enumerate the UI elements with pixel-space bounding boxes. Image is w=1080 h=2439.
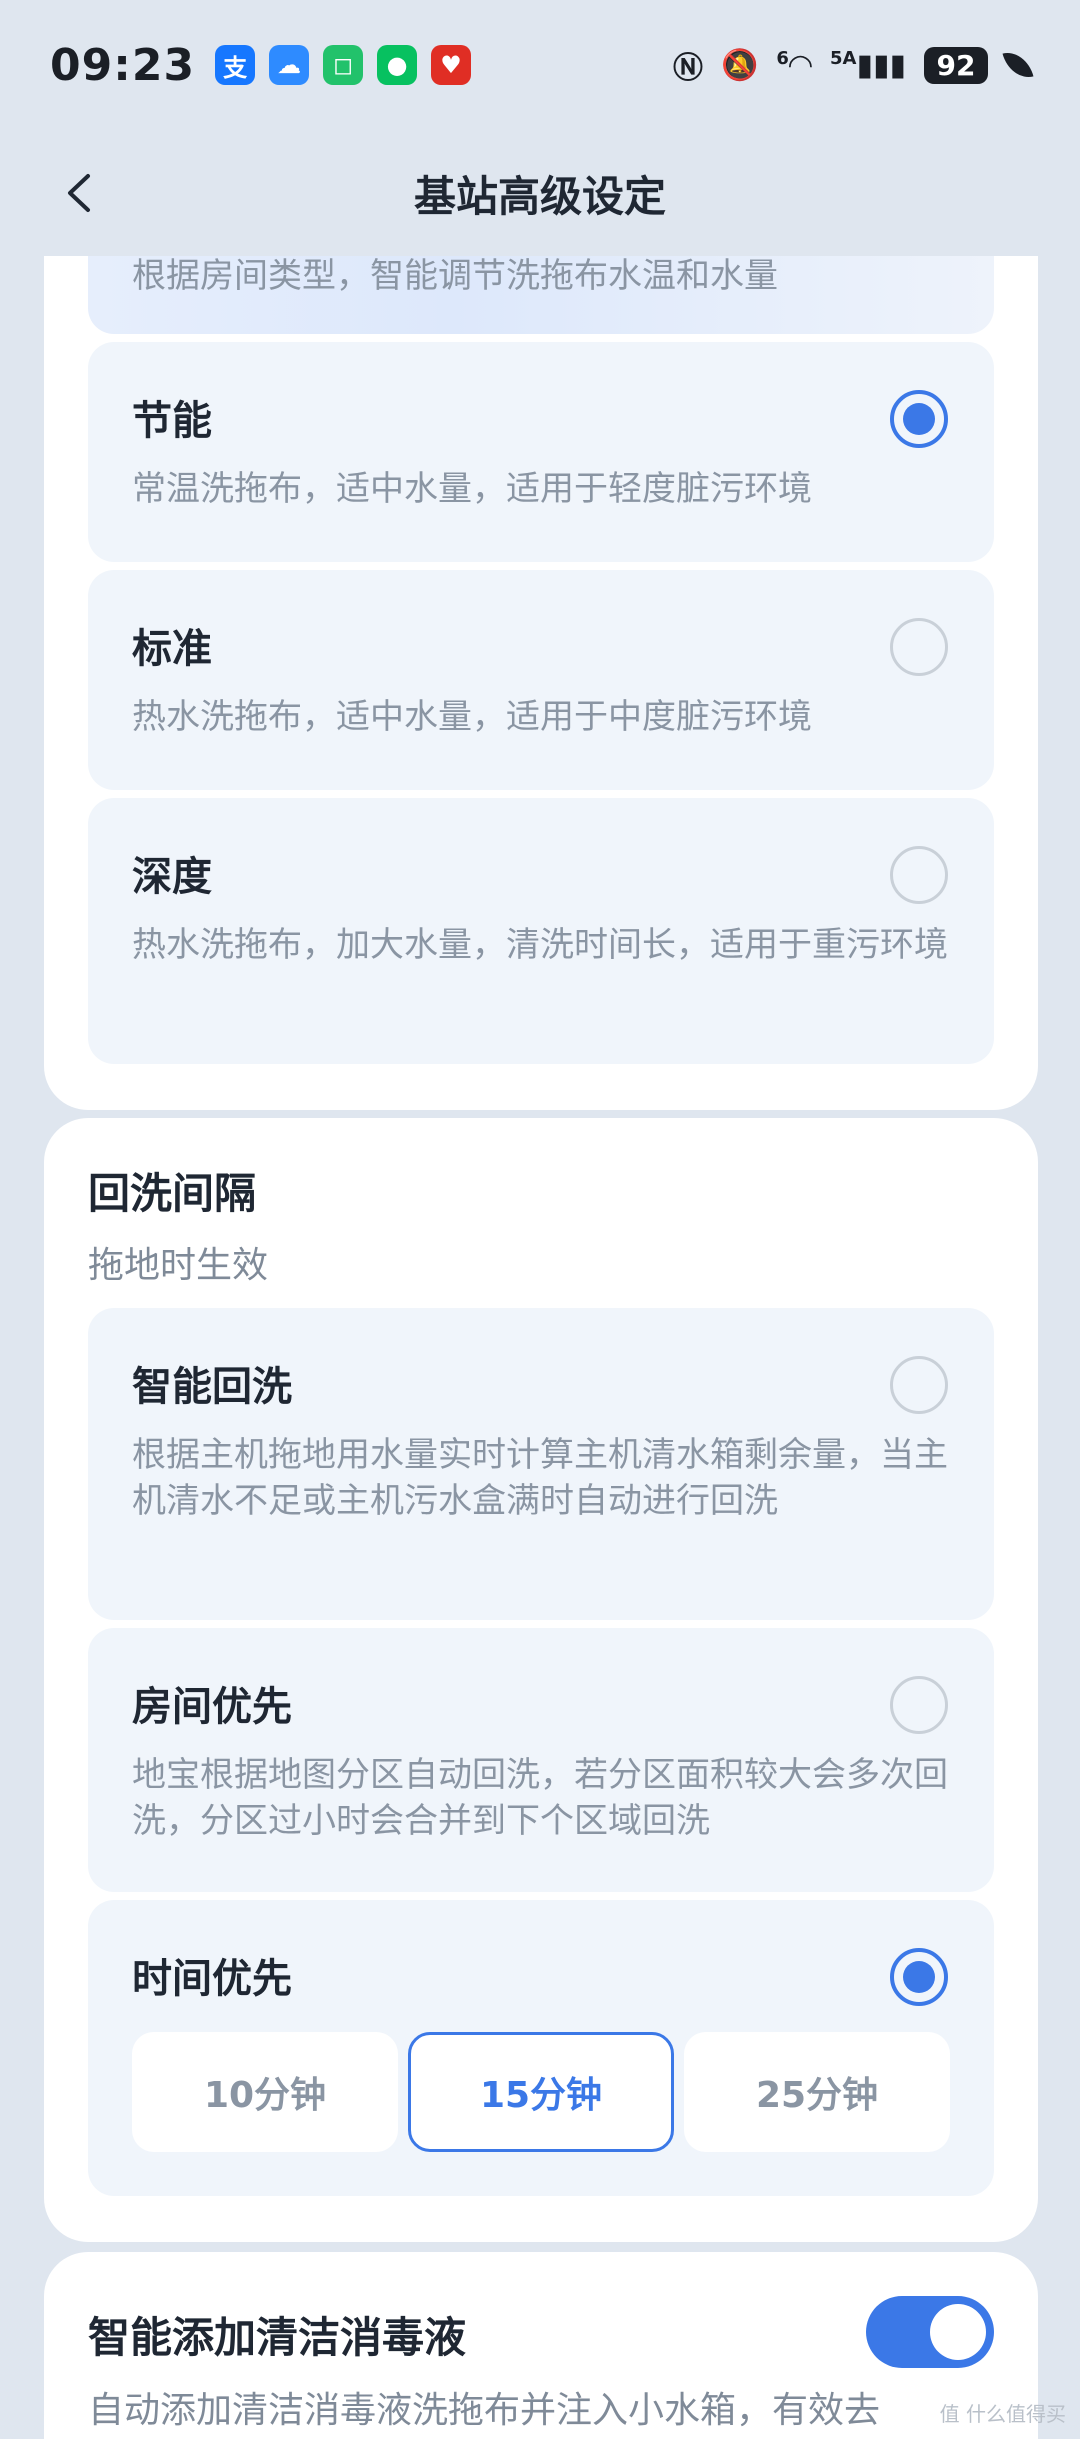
option-smart-rewash-desc: 根据主机拖地用水量实时计算主机清水箱剩余量，当主机清水不足或主机污水盒满时自动进… [132,1435,948,1521]
wechat-icon: ● [377,45,418,85]
pinduoduo-icon: ♥ [431,45,472,85]
disinfectant-card: 智能添加清洁消毒液 自动添加清洁消毒液洗拖布并注入小水箱，有效去 [44,2252,1038,2439]
option-room-first-radio[interactable] [890,1676,948,1734]
interval-25-button[interactable]: 25分钟 [684,2032,950,2152]
option-room-first-title: 房间优先 [132,1684,292,1730]
back-arrow-icon[interactable] [60,172,102,214]
interval-15-button[interactable]: 15分钟 [408,2032,674,2152]
alipay-icon: 支 [215,45,256,85]
option-smart-rewash-title: 智能回洗 [132,1364,292,1410]
option-eco-title: 节能 [132,398,212,444]
page-title: 基站高级设定 [413,171,666,221]
disinfectant-title: 智能添加清洁消毒液 [88,2313,467,2362]
status-bar: 09:23 支 ☁ ◻ ● ♥ Ⓝ 🔕 6◠ 5A▮▮▮ 92 [0,0,1080,130]
option-deep-title: 深度 [132,854,212,900]
option-time-first[interactable]: 时间优先 10分钟 15分钟 25分钟 [88,1900,994,2196]
settings-scroll[interactable]: 根据房间类型，智能调节洗拖布水温和水量 节能 常温洗拖布，适中水量，适用于轻度脏… [0,256,1080,2439]
option-standard-desc: 热水洗拖布，适中水量，适用于中度脏污环境 [132,697,812,737]
option-eco-desc: 常温洗拖布，适中水量，适用于轻度脏污环境 [132,469,812,509]
option-deep[interactable]: 深度 热水洗拖布，加大水量，清洗时间长，适用于重污环境 [88,798,994,1064]
cellular-signal-icon: 5A▮▮▮ [830,47,906,83]
nfc-icon: Ⓝ [673,51,704,86]
eco-leaf-icon [1002,47,1034,83]
option-eco[interactable]: 节能 常温洗拖布，适中水量，适用于轻度脏污环境 [88,342,994,562]
option-standard[interactable]: 标准 热水洗拖布，适中水量，适用于中度脏污环境 [88,570,994,790]
app-bar: 基站高级设定 [0,130,1080,256]
option-time-first-radio[interactable] [890,1948,948,2006]
option-smart-rewash-radio[interactable] [890,1356,948,1414]
wifi-signal-label: 6 [776,47,789,69]
mute-bell-icon: 🔕 [721,47,759,83]
rewash-title: 回洗间隔 [88,1169,257,1218]
disinfectant-toggle[interactable] [866,2296,994,2368]
interval-10-button[interactable]: 10分钟 [132,2032,398,2152]
mijia-icon: ◻ [323,45,364,85]
disinfectant-desc: 自动添加清洁消毒液洗拖布并注入小水箱，有效去 [88,2390,881,2431]
network-label: 5A [830,47,857,69]
status-indicators: Ⓝ 🔕 6◠ 5A▮▮▮ 92 [673,43,1034,87]
battery-level: 92 [924,46,988,84]
smart-mode-banner: 根据房间类型，智能调节洗拖布水温和水量 [88,256,994,334]
status-time: 09:23 [50,39,196,91]
option-time-first-title: 时间优先 [132,1956,292,2002]
option-smart-rewash[interactable]: 智能回洗 根据主机拖地用水量实时计算主机清水箱剩余量，当主机清水不足或主机污水盒… [88,1308,994,1620]
option-standard-radio[interactable] [890,618,948,676]
option-room-first[interactable]: 房间优先 地宝根据地图分区自动回洗，若分区面积较大会多次回洗，分区过小时会合并到… [88,1628,994,1892]
option-room-first-desc: 地宝根据地图分区自动回洗，若分区面积较大会多次回洗，分区过小时会合并到下个区域回… [132,1755,948,1841]
rewash-subtitle: 拖地时生效 [88,1245,269,1286]
weather-icon: ☁ [269,45,310,85]
smart-mode-desc: 根据房间类型，智能调节洗拖布水温和水量 [132,256,778,296]
rewash-interval-card: 回洗间隔 拖地时生效 智能回洗 根据主机拖地用水量实时计算主机清水箱剩余量，当主… [44,1118,1038,2242]
watermark: 值 什么值得买 [939,2402,1066,2426]
wifi-icon: 6◠ [776,47,812,83]
option-deep-radio[interactable] [890,846,948,904]
clean-mode-card: 根据房间类型，智能调节洗拖布水温和水量 节能 常温洗拖布，适中水量，适用于轻度脏… [44,256,1038,1110]
notification-icons: 支 ☁ ◻ ● ♥ [215,45,472,85]
option-deep-desc: 热水洗拖布，加大水量，清洗时间长，适用于重污环境 [132,925,948,965]
option-standard-title: 标准 [132,626,212,672]
option-eco-radio[interactable] [890,390,948,448]
